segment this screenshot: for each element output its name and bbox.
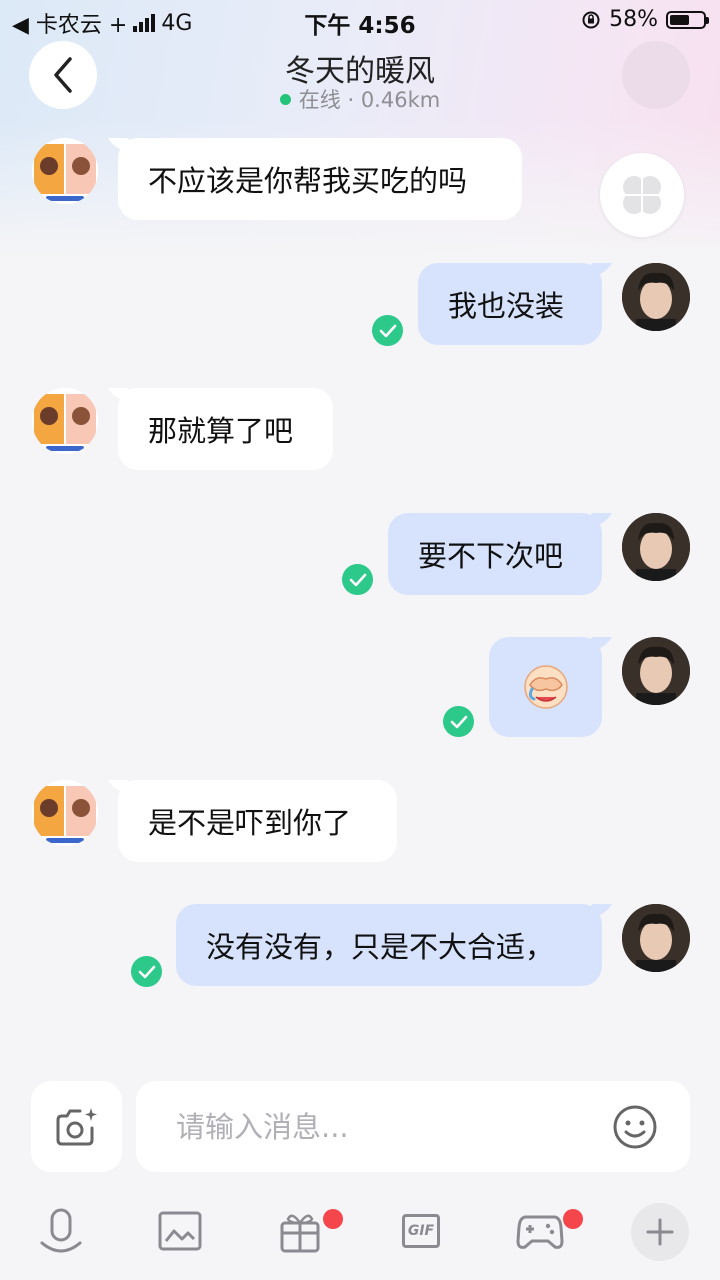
message-bubble-outgoing[interactable]: 没有没有，只是不大合适， — [176, 904, 602, 986]
message-input[interactable] — [174, 1108, 598, 1145]
my-avatar[interactable] — [622, 637, 690, 705]
message-bubble-outgoing[interactable]: 我也没装 — [418, 263, 602, 345]
battery-icon — [666, 10, 709, 29]
camera-button[interactable] — [31, 1081, 122, 1172]
photo-button[interactable] — [155, 1206, 205, 1256]
profile-button[interactable] — [622, 41, 690, 109]
read-check-icon — [131, 956, 162, 987]
message-text: 不应该是你帮我买吃的吗 — [148, 164, 468, 198]
game-controller-icon — [516, 1215, 564, 1249]
message-bubble-incoming[interactable]: 那就算了吧 — [118, 388, 333, 470]
rotation-lock-icon — [582, 11, 600, 28]
camera-sparkle-icon — [56, 1107, 97, 1145]
clover-button[interactable] — [600, 153, 684, 237]
chat-subtitle: 在线 · 0.46km — [0, 84, 720, 114]
message-text: 那就算了吧 — [148, 414, 294, 448]
read-check-icon — [372, 315, 403, 346]
face-covering-eyes-emoji — [523, 665, 568, 709]
battery-percent: 58% — [609, 7, 658, 32]
gif-button[interactable]: GIF — [396, 1206, 446, 1256]
game-button[interactable] — [515, 1206, 565, 1256]
gif-icon: GIF — [402, 1214, 440, 1248]
message-text: 我也没装 — [448, 289, 565, 323]
gift-button[interactable] — [275, 1206, 325, 1256]
distance-label: · 0.46km — [347, 88, 441, 112]
read-check-icon — [443, 706, 474, 737]
clover-icon — [623, 176, 661, 214]
more-actions-button[interactable] — [631, 1203, 689, 1261]
voice-icon — [40, 1208, 82, 1253]
message-text: 是不是吓到你了 — [148, 806, 352, 840]
contact-avatar[interactable] — [32, 780, 98, 846]
voice-button[interactable] — [36, 1206, 86, 1256]
gift-badge — [323, 1209, 343, 1229]
message-bubble-outgoing[interactable]: 要不下次吧 — [388, 513, 602, 595]
message-bubble-incoming[interactable]: 是不是吓到你了 — [118, 780, 397, 862]
emoji-button[interactable] — [612, 1104, 658, 1154]
online-dot-icon — [279, 93, 291, 105]
message-text: 要不下次吧 — [418, 539, 564, 573]
message-bubble-incoming[interactable]: 不应该是你帮我买吃的吗 — [118, 138, 522, 220]
contact-avatar[interactable] — [32, 138, 98, 204]
my-avatar[interactable] — [622, 263, 690, 331]
message-input-box[interactable] — [136, 1081, 690, 1172]
status-bar: ◀ 卡农云 + 4G 下午 4:56 58% — [0, 0, 720, 40]
my-avatar[interactable] — [622, 904, 690, 972]
read-check-icon — [342, 564, 373, 595]
plus-icon — [646, 1218, 674, 1246]
photo-icon — [158, 1211, 202, 1251]
smiley-icon — [613, 1105, 657, 1149]
online-status: 在线 — [298, 88, 341, 112]
message-bubble-outgoing[interactable] — [489, 637, 602, 737]
game-badge — [563, 1209, 583, 1229]
message-text: 没有没有，只是不大合适， — [206, 930, 555, 964]
gift-icon — [280, 1214, 320, 1253]
contact-avatar[interactable] — [32, 388, 98, 454]
my-avatar[interactable] — [622, 513, 690, 581]
